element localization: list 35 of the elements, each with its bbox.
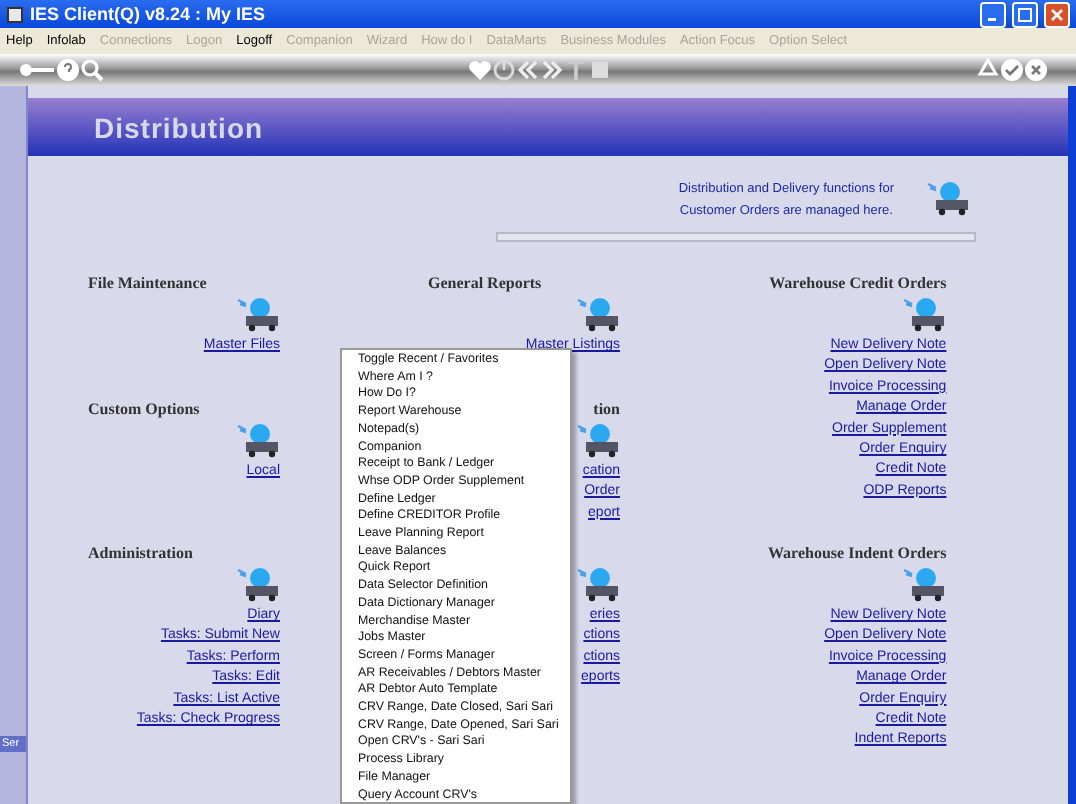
page-title: Distribution (94, 111, 264, 143)
maximize-button[interactable] (1012, 1, 1038, 27)
truck-icon[interactable] (576, 422, 620, 458)
truck-icon[interactable] (576, 566, 620, 602)
minimize-button[interactable] (980, 1, 1006, 27)
check-icon[interactable] (1000, 58, 1024, 82)
close-icon[interactable] (1024, 58, 1048, 82)
close-button[interactable] (1044, 1, 1070, 27)
key-icon[interactable] (20, 62, 56, 78)
section-heading: tion (593, 400, 620, 420)
search-icon[interactable] (80, 58, 104, 82)
maximize-icon (1018, 7, 1032, 21)
truck-icon[interactable] (902, 296, 947, 332)
section-heading: General Reports (428, 274, 542, 294)
text-tool-icon[interactable] (564, 58, 588, 82)
rewind-icon[interactable] (516, 58, 540, 82)
truck-icon[interactable] (926, 180, 970, 216)
heart-icon[interactable] (468, 58, 492, 82)
window-title: IES Client(Q) v8.24 : My IES (30, 4, 268, 24)
truck-icon[interactable] (902, 566, 947, 602)
power-icon[interactable] (492, 58, 516, 82)
stop-icon[interactable] (588, 58, 612, 82)
truck-icon[interactable] (576, 296, 620, 332)
help-icon[interactable] (56, 58, 80, 82)
section-heading: File Maintenance (88, 274, 207, 294)
section-heading: Warehouse Credit Orders (769, 274, 947, 294)
close-icon (1050, 7, 1064, 21)
truck-icon[interactable] (236, 422, 280, 458)
truck-icon[interactable] (236, 296, 280, 332)
truck-icon[interactable] (236, 566, 280, 602)
forward-icon[interactable] (540, 58, 564, 82)
section-heading: Custom Options (88, 400, 200, 420)
app-icon (6, 5, 24, 23)
section-heading: Warehouse Indent Orders (768, 544, 947, 564)
section-heading: Administration (88, 544, 193, 564)
